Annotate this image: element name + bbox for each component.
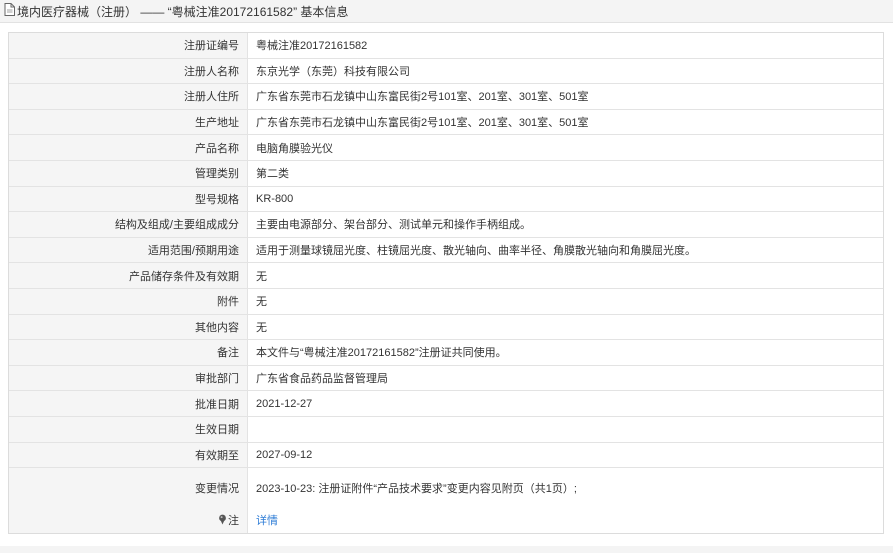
row-label: 管理类别 (9, 160, 248, 187)
row-label: 变更情况 (9, 467, 248, 509)
table-row: 型号规格 KR-800 (9, 186, 883, 213)
table-row: 管理类别 第二类 (9, 160, 883, 187)
row-label: 备注 (9, 339, 248, 366)
row-value: 电脑角膜验光仪 (247, 134, 883, 161)
row-value: 2021-12-27 (247, 390, 883, 417)
table-row: 变更情况 2023-10-23: 注册证附件“产品技术要求”变更内容见附页（共1页… (9, 467, 883, 509)
table-row: 有效期至 2027-09-12 (9, 442, 883, 469)
table-row: 批准日期 2021-12-27 (9, 390, 883, 417)
row-label: 生效日期 (9, 416, 248, 443)
row-value: KR-800 (247, 186, 883, 213)
row-label: 有效期至 (9, 442, 248, 469)
footer-strip (0, 546, 893, 553)
note-label-cell: 注 (9, 508, 248, 533)
table-row: 产品储存条件及有效期无 (9, 262, 883, 289)
row-value: 东京光学（东莞）科技有限公司 (247, 58, 883, 85)
row-value: 粤械注准20172161582 (247, 33, 883, 59)
row-label: 批准日期 (9, 390, 248, 417)
row-value: 2027-09-12 (247, 442, 883, 469)
note-label: 注 (228, 515, 239, 528)
row-label: 结构及组成/主要组成成分 (9, 211, 248, 238)
row-value: 无 (247, 262, 883, 289)
table-row: 产品名称 电脑角膜验光仪 (9, 134, 883, 161)
table-row: 注册人住所 广东省东莞市石龙镇中山东富民街2号101室、201室、301室、501… (9, 83, 883, 110)
row-label: 型号规格 (9, 186, 248, 213)
row-value: 广东省食品药品监督管理局 (247, 365, 883, 392)
table-row: 附件无 (9, 288, 883, 315)
row-value: 广东省东莞市石龙镇中山东富民街2号101室、201室、301室、501室 (247, 109, 883, 136)
row-value: 广东省东莞市石龙镇中山东富民街2号101室、201室、301室、501室 (247, 83, 883, 110)
row-value: 无 (247, 314, 883, 341)
row-label: 审批部门 (9, 365, 248, 392)
row-label: 注册证编号 (9, 33, 248, 59)
row-label: 注册人住所 (9, 83, 248, 110)
table-row: 结构及组成/主要组成成分 主要由电源部分、架台部分、测试单元和操作手柄组成。 (9, 211, 883, 238)
row-value: 适用于测量球镜屈光度、柱镜屈光度、散光轴向、曲率半径、角膜散光轴向和角膜屈光度。 (247, 237, 883, 264)
note-row: 注 详情 (9, 508, 883, 533)
row-value: 主要由电源部分、架台部分、测试单元和操作手柄组成。 (247, 211, 883, 238)
row-value: 本文件与“粤械注准20172161582”注册证共同使用。 (247, 339, 883, 366)
row-label: 适用范围/预期用途 (9, 237, 248, 264)
row-label: 注册人名称 (9, 58, 248, 85)
table-row: 适用范围/预期用途 适用于测量球镜屈光度、柱镜屈光度、散光轴向、曲率半径、角膜散光… (9, 237, 883, 264)
row-label: 其他内容 (9, 314, 248, 341)
row-label: 附件 (9, 288, 248, 315)
row-value: 第二类 (247, 160, 883, 187)
detail-table: 注册证编号 粤械注准20172161582 注册人名称 东京光学（东莞）科技有限公司注… (9, 33, 883, 533)
note-value-cell: 详情 (247, 508, 883, 533)
table-row: 生产地址 广东省东莞市石龙镇中山东富民街2号101室、201室、301室、501室 (9, 109, 883, 136)
table-row: 审批部门 广东省食品药品监督管理局 (9, 365, 883, 392)
row-label: 生产地址 (9, 109, 248, 136)
row-label: 产品名称 (9, 134, 248, 161)
page-header: 境内医疗器械（注册） —— “粤械注准20172161582” 基本信息 (0, 0, 893, 23)
row-value (247, 416, 883, 443)
row-label: 产品储存条件及有效期 (9, 262, 248, 289)
table-row: 生效日期 (9, 416, 883, 443)
row-value: 2023-10-23: 注册证附件“产品技术要求”变更内容见附页（共1页）; (247, 467, 883, 509)
row-value: 无 (247, 288, 883, 315)
pin-icon (218, 514, 227, 528)
table-row: 注册人名称 东京光学（东莞）科技有限公司 (9, 58, 883, 85)
table-row: 备注 本文件与“粤械注准20172161582”注册证共同使用。 (9, 339, 883, 366)
details-link[interactable]: 详情 (256, 515, 278, 527)
table-row: 其他内容无 (9, 314, 883, 341)
page-title: 境内医疗器械（注册） —— “粤械注准20172161582” 基本信息 (17, 4, 349, 19)
table-row: 注册证编号 粤械注准20172161582 (9, 33, 883, 59)
detail-table-container: 注册证编号 粤械注准20172161582 注册人名称 东京光学（东莞）科技有限公司注… (8, 32, 884, 534)
document-icon (4, 3, 15, 19)
